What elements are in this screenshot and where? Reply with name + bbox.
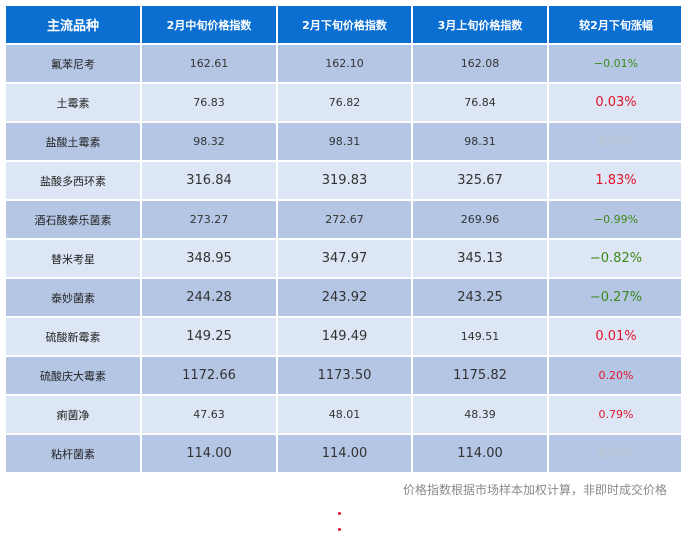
change-cell: −0.01% [549, 45, 681, 82]
variety-cell: 酒石酸泰乐菌素 [6, 201, 140, 238]
variety-cell: 氟苯尼考 [6, 45, 140, 82]
early-mar-cell: 345.13 [413, 240, 547, 277]
change-cell: 0.03% [549, 84, 681, 121]
mid-feb-cell: 76.83 [142, 84, 276, 121]
early-mar-cell: 162.08 [413, 45, 547, 82]
early-mar-cell: 243.25 [413, 279, 547, 316]
change-cell: 1.83% [549, 162, 681, 199]
change-cell: 0.79% [549, 396, 681, 433]
variety-cell: 泰妙菌素 [6, 279, 140, 316]
table-row: 粘杆菌素 114.00 114.00 114.00 0.00% [6, 435, 681, 472]
mid-feb-cell: 98.32 [142, 123, 276, 160]
header-change: 较2月下旬涨幅 [549, 6, 681, 43]
late-feb-cell: 347.97 [278, 240, 411, 277]
mid-feb-cell: 162.61 [142, 45, 276, 82]
late-feb-cell: 98.31 [278, 123, 411, 160]
variety-cell: 粘杆菌素 [6, 435, 140, 472]
late-feb-cell: 319.83 [278, 162, 411, 199]
early-mar-cell: 98.31 [413, 123, 547, 160]
late-feb-cell: 149.49 [278, 318, 411, 355]
early-mar-cell: 1175.82 [413, 357, 547, 394]
header-variety: 主流品种 [6, 6, 140, 43]
header-mid-feb: 2月中旬价格指数 [142, 6, 276, 43]
table-row: 土霉素 76.83 76.82 76.84 0.03% [6, 84, 681, 121]
variety-cell: 硫酸新霉素 [6, 318, 140, 355]
change-cell: −0.27% [549, 279, 681, 316]
mid-feb-cell: 244.28 [142, 279, 276, 316]
late-feb-cell: 243.92 [278, 279, 411, 316]
table-row: 硫酸新霉素 149.25 149.49 149.51 0.01% [6, 318, 681, 355]
variety-cell: 硫酸庆大霉素 [6, 357, 140, 394]
mid-feb-cell: 47.63 [142, 396, 276, 433]
early-mar-cell: 269.96 [413, 201, 547, 238]
change-cell: 0.00% [549, 435, 681, 472]
early-mar-cell: 149.51 [413, 318, 547, 355]
variety-cell: 替米考星 [6, 240, 140, 277]
mid-feb-cell: 1172.66 [142, 357, 276, 394]
early-mar-cell: 325.67 [413, 162, 547, 199]
table-row: 酒石酸泰乐菌素 273.27 272.67 269.96 −0.99% [6, 201, 681, 238]
change-cell: 0.01% [549, 318, 681, 355]
variety-cell: 痢菌净 [6, 396, 140, 433]
late-feb-cell: 162.10 [278, 45, 411, 82]
price-index-table: 主流品种 2月中旬价格指数 2月下旬价格指数 3月上旬价格指数 较2月下旬涨幅 … [4, 4, 681, 474]
table-row: 盐酸土霉素 98.32 98.31 98.31 0.00% [6, 123, 681, 160]
header-early-mar: 3月上旬价格指数 [413, 6, 547, 43]
late-feb-cell: 76.82 [278, 84, 411, 121]
late-feb-cell: 48.01 [278, 396, 411, 433]
mid-feb-cell: 316.84 [142, 162, 276, 199]
mid-feb-cell: 114.00 [142, 435, 276, 472]
table-row: 硫酸庆大霉素 1172.66 1173.50 1175.82 0.20% [6, 357, 681, 394]
table-row: 盐酸多西环素 316.84 319.83 325.67 1.83% [6, 162, 681, 199]
mid-feb-cell: 149.25 [142, 318, 276, 355]
change-cell: 0.20% [549, 357, 681, 394]
early-mar-cell: 48.39 [413, 396, 547, 433]
footnote: 价格指数根据市场样本加权计算，非即时成交价格 [402, 483, 667, 497]
change-cell: 0.00% [549, 123, 681, 160]
variety-cell: 土霉素 [6, 84, 140, 121]
late-feb-cell: 1173.50 [278, 357, 411, 394]
change-cell: −0.99% [549, 201, 681, 238]
change-cell: −0.82% [549, 240, 681, 277]
header-late-feb: 2月下旬价格指数 [278, 6, 411, 43]
mid-feb-cell: 348.95 [142, 240, 276, 277]
early-mar-cell: 114.00 [413, 435, 547, 472]
table-row: 痢菌净 47.63 48.01 48.39 0.79% [6, 396, 681, 433]
mid-feb-cell: 273.27 [142, 201, 276, 238]
late-feb-cell: 114.00 [278, 435, 411, 472]
variety-cell: 盐酸土霉素 [6, 123, 140, 160]
decorative-dot [338, 528, 341, 531]
header-row: 主流品种 2月中旬价格指数 2月下旬价格指数 3月上旬价格指数 较2月下旬涨幅 [6, 6, 681, 43]
late-feb-cell: 272.67 [278, 201, 411, 238]
variety-cell: 盐酸多西环素 [6, 162, 140, 199]
decorative-dot [338, 512, 341, 515]
table-row: 泰妙菌素 244.28 243.92 243.25 −0.27% [6, 279, 681, 316]
early-mar-cell: 76.84 [413, 84, 547, 121]
table-row: 替米考星 348.95 347.97 345.13 −0.82% [6, 240, 681, 277]
table-row: 氟苯尼考 162.61 162.10 162.08 −0.01% [6, 45, 681, 82]
